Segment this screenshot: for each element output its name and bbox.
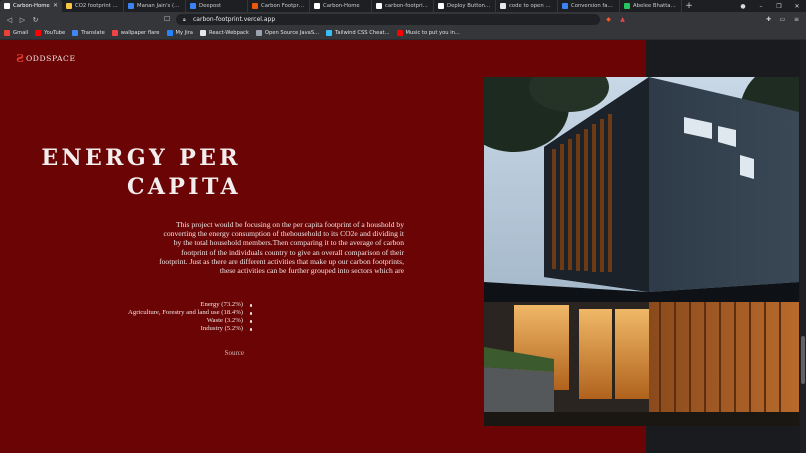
url-text: carbon-footprint.vercel.app	[193, 16, 276, 23]
bookmark-label: wallpaper flare	[120, 30, 160, 36]
tab-favicon-icon	[252, 3, 258, 9]
tab-favicon-icon	[624, 3, 630, 9]
tab-label: CO2 footprint - Energ	[75, 3, 119, 9]
tab-favicon-icon	[376, 3, 382, 9]
bookmark-label: Open Source JavaS...	[264, 30, 320, 36]
building-photo	[484, 77, 799, 426]
address-bar[interactable]: 🔒︎ carbon-footprint.vercel.app	[176, 14, 600, 25]
site-logo[interactable]: Ƨ ODDSPACE	[16, 53, 76, 64]
minimize-icon[interactable]: –	[752, 3, 770, 10]
bookmark-item[interactable]: My Jira	[166, 30, 193, 36]
sidebar-icon[interactable]: ▭	[778, 15, 787, 24]
bookmark-page-icon[interactable]: ☐	[164, 15, 170, 23]
source-link[interactable]: Source	[225, 349, 244, 357]
bookmark-label: Music to put you in...	[405, 30, 460, 36]
list-item: Agriculture, Forestry and land use (18.4…	[128, 309, 252, 317]
tab-strip: Carbon-Home✕CO2 footprint - EnergManan J…	[0, 0, 806, 12]
forward-icon[interactable]: ▷	[18, 15, 27, 24]
tab-favicon-icon	[438, 3, 444, 9]
bookmark-favicon-icon	[166, 30, 173, 36]
bookmark-favicon-icon	[255, 30, 262, 36]
lock-icon: 🔒︎	[183, 16, 186, 23]
tab-favicon-icon	[314, 3, 320, 9]
bookmarks-bar: Gmail YouTube Translate wallpaper flare My J…	[0, 27, 806, 40]
close-tab-icon[interactable]: ✕	[53, 2, 58, 9]
bookmark-favicon-icon	[72, 30, 79, 36]
bookmark-favicon-icon	[35, 30, 42, 36]
page-title: ENERGY PER CAPITA	[0, 144, 241, 202]
bookmark-favicon-icon	[4, 30, 10, 36]
bookmark-label: Gmail	[13, 30, 29, 36]
tab-favicon-icon	[128, 3, 134, 9]
tab[interactable]: code to open chrom	[496, 0, 558, 12]
list-item: Industry (5.2%)	[128, 325, 252, 333]
reload-icon[interactable]: ↻	[31, 15, 40, 24]
tab[interactable]: Manan Jain's (manan	[124, 0, 186, 12]
tab-label: Carbon-Home	[323, 3, 360, 9]
tab-label: Deploy Button - Verc	[447, 3, 491, 9]
tab-favicon-icon	[4, 3, 10, 9]
back-icon[interactable]: ◁	[5, 15, 14, 24]
browser-toolbar: ◁ ▷ ↻ ☐ 🔒︎ carbon-footprint.vercel.app ◆…	[0, 12, 806, 27]
title-line-1: ENERGY PER	[41, 145, 241, 171]
menu-icon[interactable]: ≡	[792, 15, 801, 24]
tab-favicon-icon	[66, 3, 72, 9]
tab-label: Carbon-Home	[13, 3, 50, 9]
brave-rewards-icon[interactable]: ▲	[618, 15, 627, 24]
bookmark-label: My Jira	[175, 30, 193, 36]
description-paragraph: This project would be focusing on the pe…	[159, 220, 404, 276]
bookmark-item[interactable]: Open Source JavaS...	[255, 30, 320, 36]
bookmark-label: Translate	[81, 30, 105, 36]
bookmark-item[interactable]: Tailwind CSS Cheat...	[326, 30, 390, 36]
logo-mark-icon: Ƨ	[16, 52, 24, 65]
tab-label: Carbon Footprint - a	[261, 3, 305, 9]
bookmark-label: Tailwind CSS Cheat...	[335, 30, 390, 36]
bookmark-item[interactable]: wallpaper flare	[111, 30, 160, 36]
bookmark-item[interactable]: Gmail	[4, 30, 28, 36]
tab-label: code to open chrom	[509, 3, 553, 9]
tab[interactable]: Carbon-Home ✕	[0, 0, 62, 12]
bookmark-item[interactable]: Music to put you in...	[396, 30, 460, 36]
tab[interactable]: CO2 footprint - Energ	[62, 0, 124, 12]
profile-icon[interactable]: ●	[734, 3, 752, 10]
tab[interactable]: Carbon-Home	[310, 0, 372, 12]
scrollbar-thumb[interactable]	[801, 336, 805, 384]
tab[interactable]: Conversion factors	[558, 0, 620, 12]
bookmark-favicon-icon	[396, 30, 403, 36]
sector-list: Energy (73.2%) Agriculture, Forestry and…	[128, 301, 252, 333]
page-scrollbar[interactable]	[800, 40, 806, 453]
bookmark-favicon-icon	[111, 30, 118, 36]
tab-label: Deepost	[199, 3, 222, 9]
tab-label: carbon-footprint - D	[385, 3, 429, 9]
tab[interactable]: Abelee Bhattacharya	[620, 0, 682, 12]
maximize-icon[interactable]: ❐	[770, 3, 788, 10]
list-item: Energy (73.2%)	[128, 301, 252, 309]
tab-favicon-icon	[190, 3, 196, 9]
window-controls: ● – ❐ ✕	[734, 0, 806, 12]
bookmark-favicon-icon	[199, 30, 206, 36]
bookmark-item[interactable]: YouTube	[35, 30, 65, 36]
bookmark-label: React-Webpack	[208, 30, 249, 36]
tab-label: Manan Jain's (manan	[137, 3, 181, 9]
title-line-2: CAPITA	[126, 174, 241, 200]
tab[interactable]: Deploy Button - Verc	[434, 0, 496, 12]
bookmark-item[interactable]: Translate	[72, 30, 105, 36]
page-viewport: Ƨ ODDSPACE ENERGY PER CAPITA This projec…	[0, 40, 806, 453]
bookmark-favicon-icon	[326, 30, 333, 36]
bookmark-label: YouTube	[44, 30, 66, 36]
bookmark-item[interactable]: React-Webpack	[199, 30, 249, 36]
tab-label: Abelee Bhattacharya	[633, 3, 677, 9]
brave-shield-icon[interactable]: ◆	[604, 15, 613, 24]
tab-favicon-icon	[500, 3, 506, 9]
tab[interactable]: Deepost	[186, 0, 248, 12]
tab[interactable]: Carbon Footprint - a	[248, 0, 310, 12]
tab[interactable]: carbon-footprint - D	[372, 0, 434, 12]
close-window-icon[interactable]: ✕	[788, 3, 806, 10]
tab-favicon-icon	[562, 3, 568, 9]
tab-label: Conversion factors	[571, 3, 615, 9]
list-item: Waste (3.2%)	[128, 317, 252, 325]
logo-text: ODDSPACE	[25, 54, 76, 63]
extensions-icon[interactable]: ✚	[764, 15, 773, 24]
new-tab-icon[interactable]: +	[682, 0, 696, 12]
